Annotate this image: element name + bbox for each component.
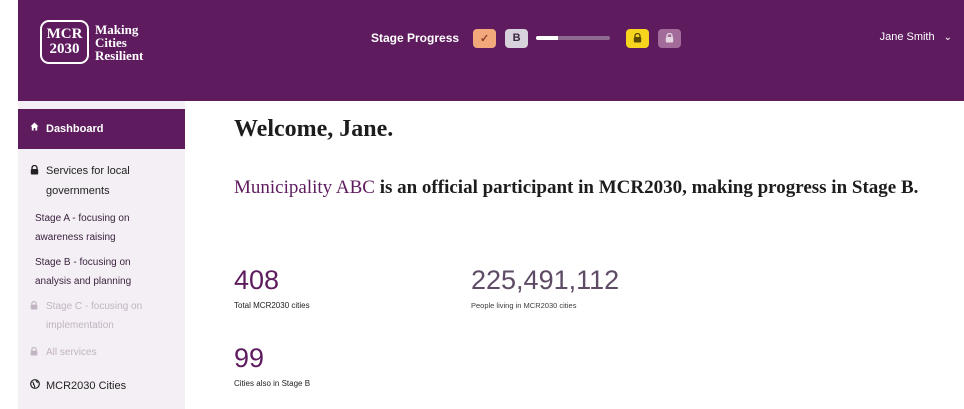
stage-progress-fill (536, 36, 559, 40)
logo-line2: 2030 (49, 41, 80, 57)
sidebar-item-stage-c: Stage C - focusing on implementation (18, 297, 185, 335)
logo-wordmark: Making Cities Resilient (95, 23, 143, 62)
page-title: Welcome, Jane. (234, 116, 394, 142)
check-icon: ✓ (479, 32, 490, 45)
stat-caption: Total MCR2030 cities (234, 301, 310, 310)
home-icon (30, 122, 46, 136)
stage-progress-label: Stage Progress (371, 31, 460, 45)
stage-a-line2: awareness raising (35, 232, 116, 243)
stat-cities-stage-b: 99 Cities also in Stage B (234, 343, 310, 388)
lock-icon (633, 33, 642, 43)
user-menu[interactable]: Jane Smith ⌄ (880, 31, 952, 43)
stage-progress-bar (536, 36, 611, 40)
stat-caption: Cities also in Stage B (234, 379, 311, 388)
sidebar-item-label: All services (46, 347, 97, 358)
lock-icon (30, 343, 46, 361)
sidebar-item-label: Dashboard (46, 123, 104, 135)
sidebar-item-label: Stage C - focusing on implementation (46, 297, 142, 335)
logo-line1: MCR (46, 26, 83, 42)
sidebar-item-stage-b[interactable]: Stage B - focusing on analysis and plann… (35, 253, 175, 291)
sidebar-item-label: MCR2030 Cities (46, 380, 127, 392)
participation-text: is an official participant in MCR2030, m… (374, 177, 919, 198)
sidebar-item-dashboard[interactable]: Dashboard (18, 109, 185, 149)
lock-icon (665, 33, 674, 43)
stat-caption: People living in MCR2030 cities (471, 301, 577, 310)
chevron-down-icon: ⌄ (943, 31, 952, 43)
sidebar-item-mcr2030-cities[interactable]: MCR2030 Cities (18, 376, 185, 396)
services-label-line1: Services for local (46, 165, 130, 177)
municipality-name[interactable]: Municipality ABC (234, 177, 375, 198)
stat-value: 408 (234, 265, 280, 295)
user-name: Jane Smith (879, 31, 935, 43)
stat-value: 225,491,112 (471, 265, 620, 295)
stage-b-letter: B (512, 32, 521, 44)
all-services-locked-badge[interactable] (658, 28, 682, 48)
stage-c-locked-badge[interactable] (626, 28, 650, 48)
sidebar-item-label: Stage A - focusing on awareness raising (35, 209, 130, 247)
sidebar-item-all-services: All services (18, 343, 185, 362)
logo-mark: MCR 2030 (40, 20, 89, 64)
sidebar-item-stage-a[interactable]: Stage A - focusing on awareness raising (35, 209, 175, 247)
stage-c-line1: Stage C - focusing on (46, 301, 143, 312)
logo-word-3: Resilient (95, 47, 144, 63)
mcr2030-logo[interactable]: MCR 2030 Making Cities Resilient (40, 20, 143, 64)
stage-progress: Stage Progress ✓ B (371, 27, 682, 49)
stat-people-living: 225,491,112 People living in MCR2030 cit… (471, 265, 619, 310)
sidebar: Dashboard Services for local governments… (18, 101, 185, 409)
lock-icon (30, 297, 46, 315)
services-label-line2: governments (46, 185, 110, 197)
sidebar-item-label: Services for local governments (46, 161, 130, 201)
stage-c-line2: implementation (46, 320, 114, 331)
stat-value: 99 (234, 343, 265, 373)
stage-a-line1: Stage A - focusing on (35, 213, 130, 224)
stage-b-line1: Stage B - focusing on (35, 257, 131, 268)
globe-icon (30, 376, 46, 394)
top-bar: MCR 2030 Making Cities Resilient Stage P… (18, 0, 964, 101)
sidebar-item-label: Stage B - focusing on analysis and plann… (35, 253, 131, 291)
stage-b-current-badge[interactable]: B (505, 28, 529, 48)
stat-total-cities: 408 Total MCR2030 cities (234, 265, 310, 310)
stage-b-line2: analysis and planning (35, 276, 132, 287)
stage-a-done-badge[interactable]: ✓ (473, 28, 497, 48)
lock-icon (30, 161, 46, 180)
sidebar-item-services[interactable]: Services for local governments (18, 161, 185, 201)
participation-status: Municipality ABC is an official particip… (234, 174, 934, 202)
main-content: Welcome, Jane. Municipality ABC is an of… (234, 101, 954, 409)
logo-word-1: Making (95, 21, 139, 37)
logo-word-2: Cities (95, 34, 127, 50)
